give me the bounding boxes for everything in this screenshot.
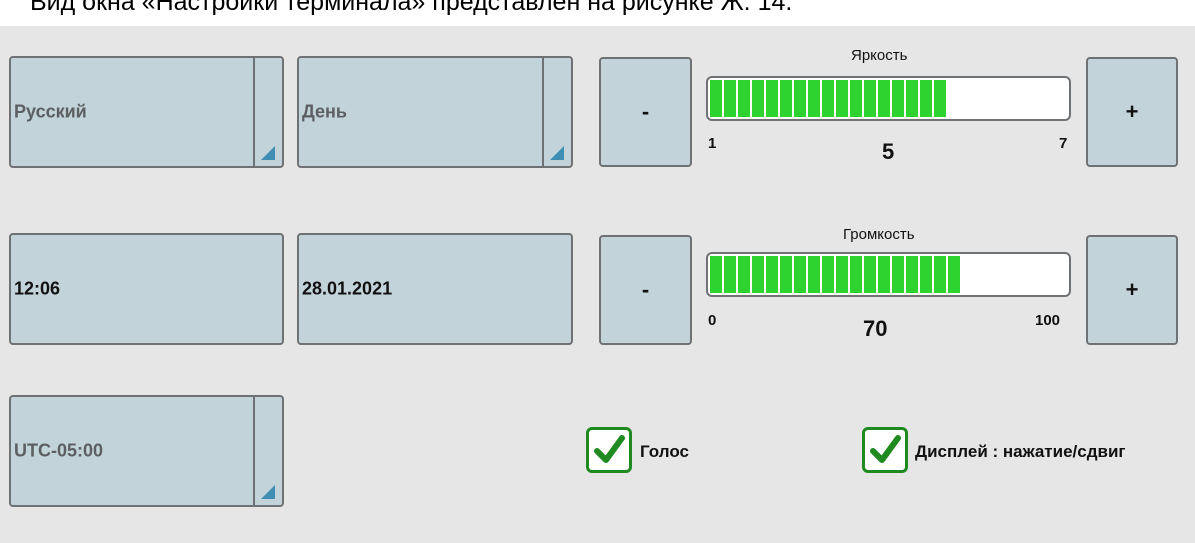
volume-min-label: 0: [708, 312, 717, 329]
brightness-value-label: 5: [882, 139, 895, 164]
language-select-value: Русский: [14, 101, 87, 122]
language-dropdown-button[interactable]: [253, 58, 282, 166]
slider-segment: [794, 80, 806, 117]
display-checkbox-label[interactable]: Дисплей : нажатие/сдвиг: [915, 442, 1126, 462]
plus-label: +: [1125, 277, 1139, 302]
time-field[interactable]: 12:06: [9, 233, 284, 345]
display-checkbox[interactable]: [862, 427, 908, 473]
slider-segment: [724, 80, 736, 117]
slider-segment: [836, 256, 848, 293]
slider-segment: [710, 80, 722, 117]
slider-segment: [822, 256, 834, 293]
volume-label: Громкость: [843, 226, 915, 243]
slider-segment: [752, 80, 764, 117]
slider-segment: [738, 256, 750, 293]
slider-segment: [822, 80, 834, 117]
brightness-decrease-button[interactable]: -: [599, 57, 692, 167]
plus-label: +: [1125, 99, 1139, 124]
slider-segment: [836, 80, 848, 117]
dropdown-triangle-icon: [261, 146, 275, 160]
volume-increase-button[interactable]: +: [1086, 235, 1178, 345]
slider-segment: [864, 256, 876, 293]
slider-segment: [892, 80, 904, 117]
slider-segment: [780, 256, 792, 293]
slider-segment: [906, 80, 918, 117]
brightness-slider-fill: [710, 80, 946, 117]
volume-slider-fill: [710, 256, 960, 293]
timezone-dropdown-button[interactable]: [253, 397, 282, 505]
slider-segment: [710, 256, 722, 293]
brightness-label: Яркость: [851, 47, 908, 64]
slider-segment: [766, 80, 778, 117]
slider-segment: [808, 80, 820, 117]
slider-segment: [934, 80, 946, 117]
slider-segment: [920, 80, 932, 117]
check-icon: [594, 435, 625, 463]
slider-segment: [752, 256, 764, 293]
check-icon: [870, 435, 901, 463]
timezone-select-value: UTC-05:00: [14, 440, 104, 461]
volume-value-label: 70: [863, 316, 888, 341]
theme-select-value: День: [302, 101, 347, 122]
slider-segment: [794, 256, 806, 293]
time-value: 12:06: [14, 278, 61, 299]
brightness-min-label: 1: [708, 135, 717, 152]
slider-segment: [780, 80, 792, 117]
terminal-settings-panel: Русский День - Яркость 1 5 7 + 12:06 28.…: [0, 26, 1195, 543]
slider-segment: [878, 80, 890, 117]
slider-segment: [934, 256, 946, 293]
theme-select[interactable]: День: [297, 56, 573, 168]
slider-segment: [850, 256, 862, 293]
page-caption: Вид окна «Настройки терминала» представл…: [30, 0, 793, 16]
slider-segment: [738, 80, 750, 117]
brightness-increase-button[interactable]: +: [1086, 57, 1178, 167]
volume-slider[interactable]: [706, 252, 1071, 297]
slider-segment: [766, 256, 778, 293]
dropdown-triangle-icon: [261, 485, 275, 499]
theme-dropdown-button[interactable]: [542, 58, 571, 166]
slider-segment: [878, 256, 890, 293]
slider-segment: [850, 80, 862, 117]
timezone-select[interactable]: UTC-05:00: [9, 395, 284, 507]
volume-max-label: 100: [1035, 312, 1061, 329]
voice-checkbox-label[interactable]: Голос: [640, 442, 689, 462]
volume-decrease-button[interactable]: -: [599, 235, 692, 345]
dropdown-triangle-icon: [550, 146, 564, 160]
voice-checkbox[interactable]: [586, 427, 632, 473]
minus-label: -: [641, 99, 650, 124]
date-value: 28.01.2021: [302, 278, 393, 299]
brightness-max-label: 7: [1059, 135, 1068, 152]
slider-segment: [948, 256, 960, 293]
slider-segment: [892, 256, 904, 293]
slider-segment: [920, 256, 932, 293]
minus-label: -: [641, 277, 650, 302]
language-select[interactable]: Русский: [9, 56, 284, 168]
slider-segment: [808, 256, 820, 293]
slider-segment: [864, 80, 876, 117]
brightness-slider[interactable]: [706, 76, 1071, 121]
slider-segment: [724, 256, 736, 293]
date-field[interactable]: 28.01.2021: [297, 233, 573, 345]
slider-segment: [906, 256, 918, 293]
